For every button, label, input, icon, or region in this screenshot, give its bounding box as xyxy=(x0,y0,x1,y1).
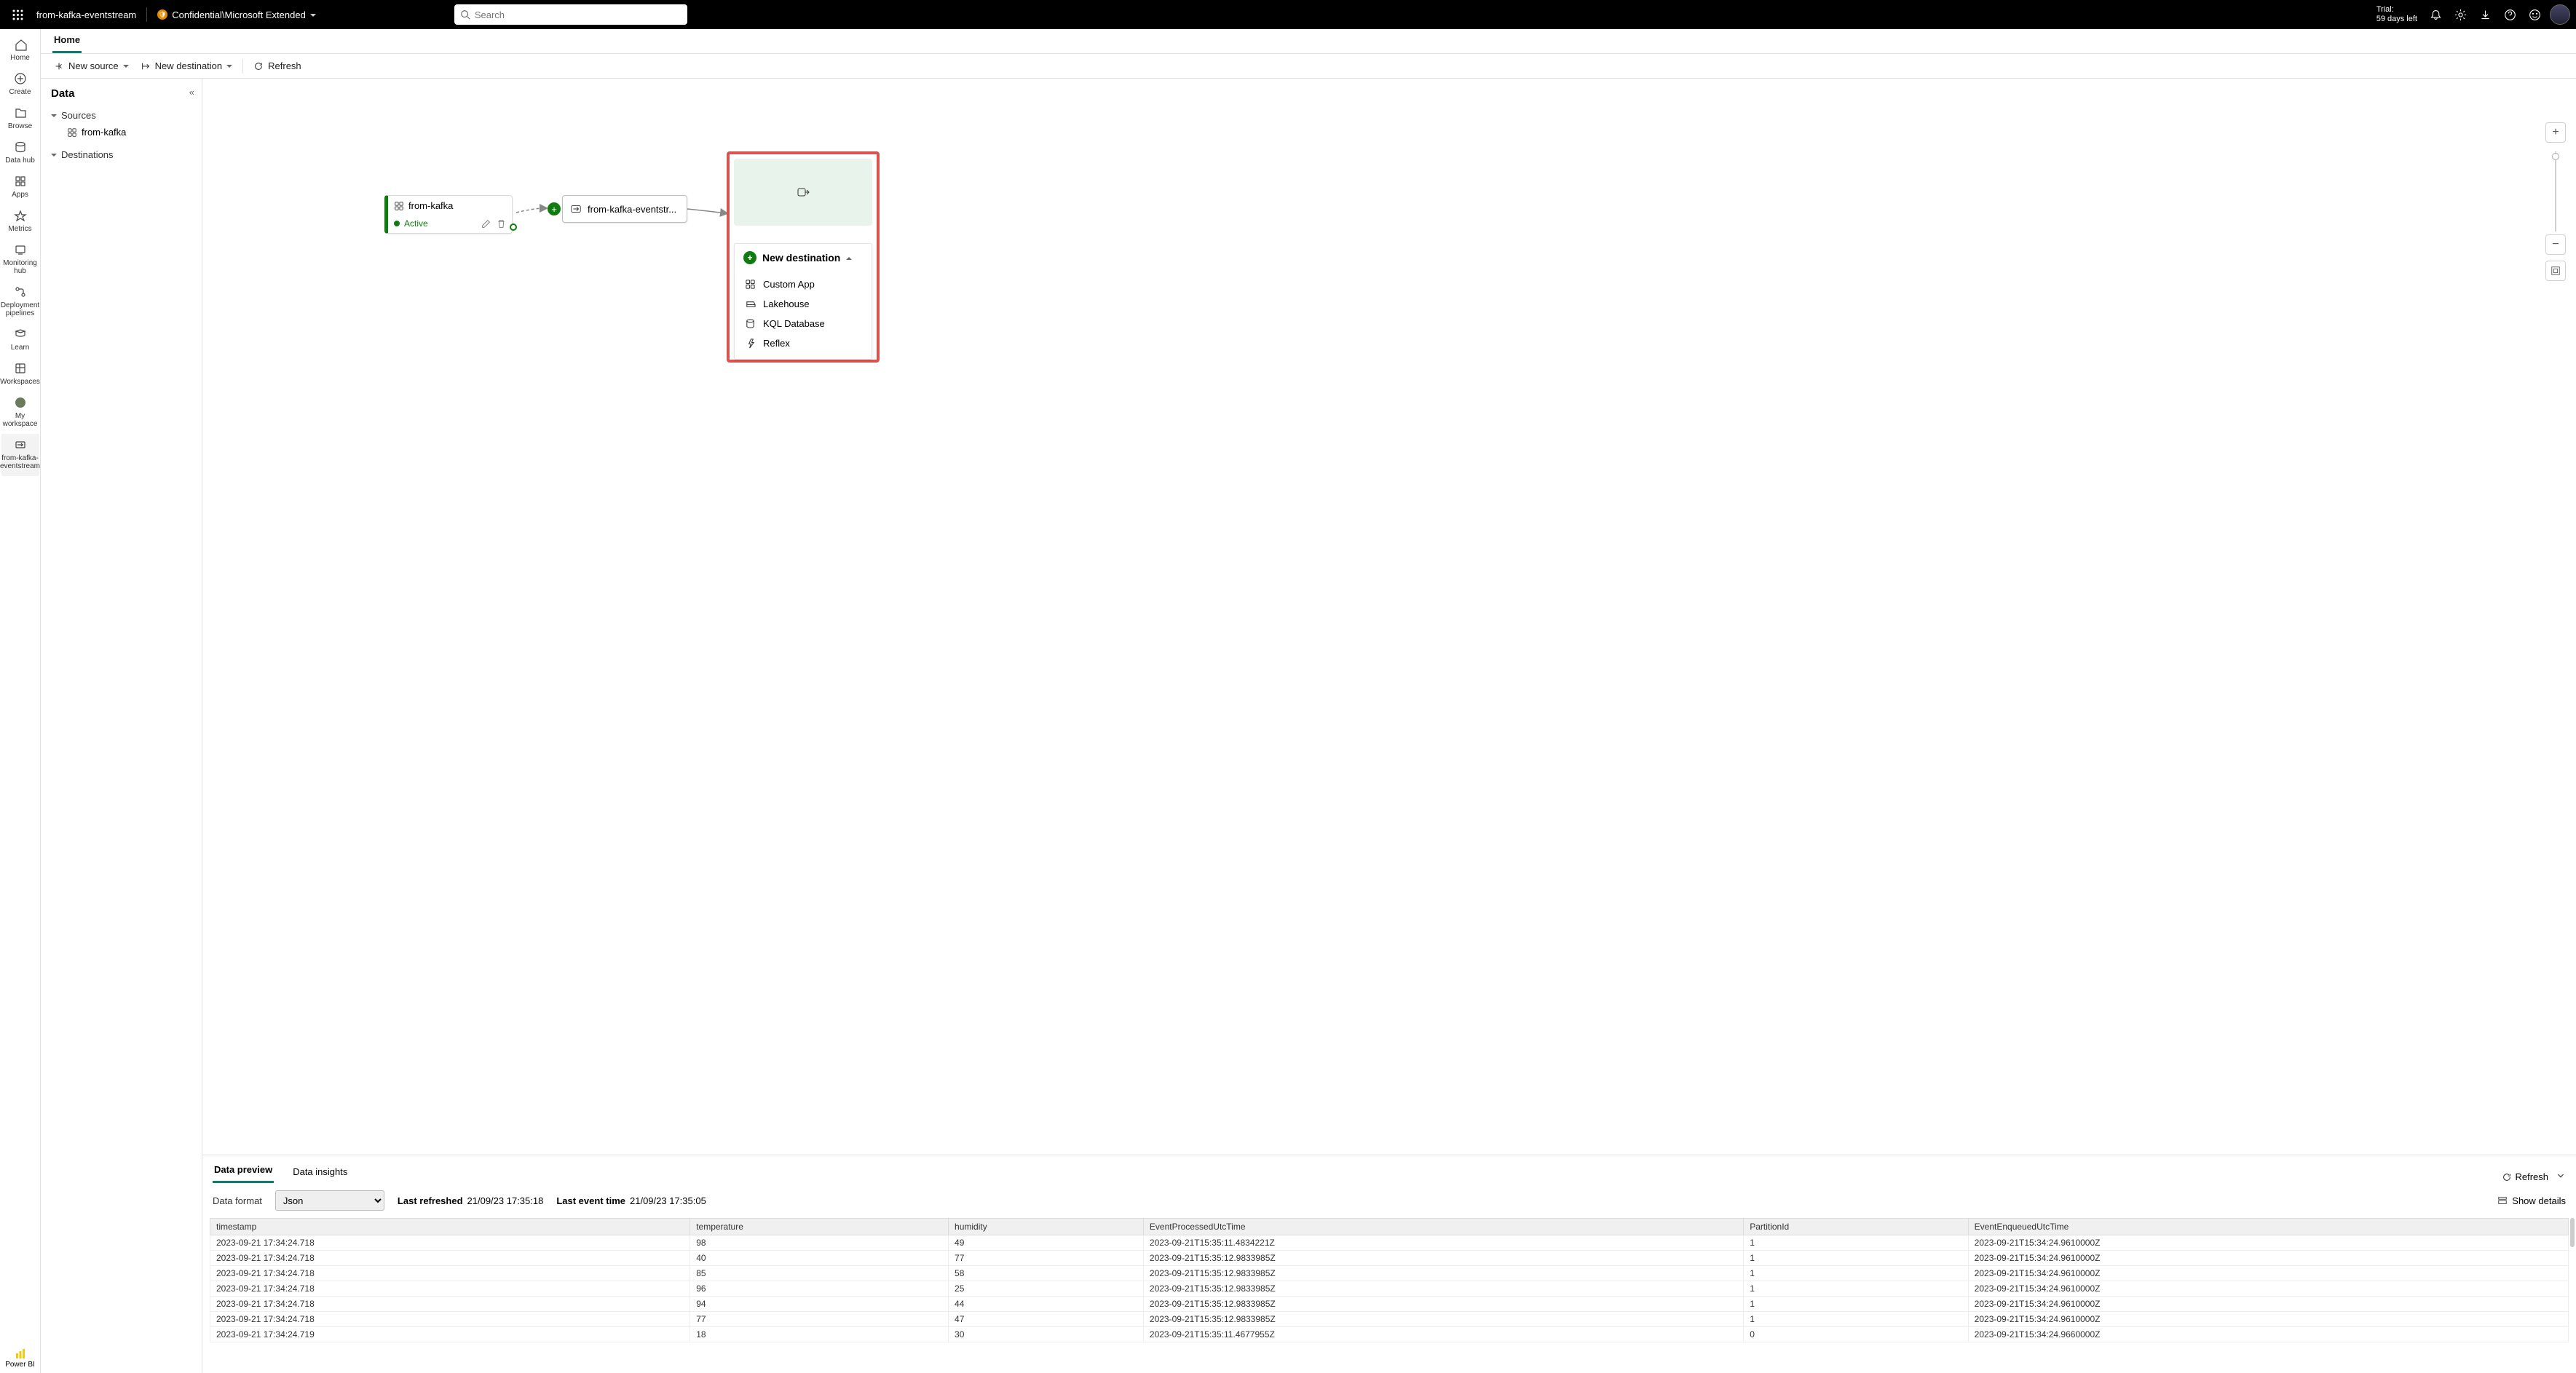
tab-home[interactable]: Home xyxy=(52,30,82,53)
download-icon[interactable] xyxy=(2473,2,2497,27)
edit-icon[interactable] xyxy=(481,219,491,229)
rail-item-myws[interactable]: My workspace xyxy=(1,392,39,434)
rail-item-monitoring[interactable]: Monitoring hub xyxy=(1,239,39,281)
col-timestamp[interactable]: timestamp xyxy=(210,1219,690,1235)
rail-powerbi[interactable]: Power BI xyxy=(1,1343,39,1373)
canvas-destination-area: + New destination Custom AppLakehouseKQL… xyxy=(727,151,880,363)
dest-option-kql-database[interactable]: KQL Database xyxy=(735,314,872,333)
help-icon[interactable] xyxy=(2497,2,2522,27)
rail-item-current[interactable]: from-kafka-eventstream xyxy=(1,434,39,476)
dest-option-lakehouse[interactable]: Lakehouse xyxy=(735,294,872,314)
eventstream-icon xyxy=(570,203,582,215)
table-row[interactable]: 2023-09-21 17:34:24.71885582023-09-21T15… xyxy=(210,1266,2569,1281)
rail-item-home[interactable]: Home xyxy=(1,33,39,68)
collapse-bottom-icon[interactable] xyxy=(2556,1171,2566,1183)
breadcrumb-item-name: from-kafka-eventstream xyxy=(29,9,143,20)
dest-option-reflex[interactable]: Reflex xyxy=(735,333,872,353)
tab-data-insights[interactable]: Data insights xyxy=(291,1160,349,1183)
rail-item-workspaces[interactable]: Workspaces xyxy=(1,357,39,392)
left-nav-rail: HomeCreateBrowseData hubAppsMetricsMonit… xyxy=(0,29,41,1373)
output-port[interactable] xyxy=(510,223,517,231)
preview-refresh-button[interactable]: Refresh xyxy=(2502,1171,2548,1182)
data-format-label: Data format xyxy=(213,1195,262,1206)
last-refreshed-label: Last refreshed xyxy=(398,1195,463,1206)
rail-item-create[interactable]: Create xyxy=(1,68,39,102)
chevron-down-icon xyxy=(222,60,232,71)
zoom-in-button[interactable]: + xyxy=(2545,122,2566,143)
new-destination-button[interactable]: New destination xyxy=(135,58,239,74)
settings-icon[interactable] xyxy=(2448,2,2473,27)
fit-to-screen-button[interactable] xyxy=(2545,261,2566,281)
rail-item-learn[interactable]: Learn xyxy=(1,323,39,357)
plus-icon: + xyxy=(743,251,756,264)
table-row[interactable]: 2023-09-21 17:34:24.71840772023-09-21T15… xyxy=(210,1251,2569,1266)
table-scrollbar[interactable] xyxy=(2570,1218,2575,1247)
chevron-down-icon xyxy=(306,9,316,20)
zoom-slider[interactable] xyxy=(2555,151,2556,232)
show-details-button[interactable]: Show details xyxy=(2497,1195,2566,1206)
new-destination-dropdown[interactable]: + New destination xyxy=(735,244,872,272)
tab-data-preview[interactable]: Data preview xyxy=(213,1158,274,1183)
group-destinations[interactable]: Destinations xyxy=(51,146,191,163)
group-sources[interactable]: Sources xyxy=(51,107,191,124)
rail-item-metrics[interactable]: Metrics xyxy=(1,205,39,239)
data-format-select[interactable]: Json xyxy=(275,1190,384,1211)
stream-node-title: from-kafka-eventstr... xyxy=(588,204,676,215)
rail-item-pipelines[interactable]: Deployment pipelines xyxy=(1,281,39,323)
zoom-out-button[interactable]: − xyxy=(2545,234,2566,255)
confidentiality-label[interactable]: 🛡 Confidential\Microsoft Extended xyxy=(150,9,323,20)
collapse-panel-icon[interactable]: « xyxy=(189,87,194,98)
rail-item-browse[interactable]: Browse xyxy=(1,102,39,136)
source-node-title: from-kafka xyxy=(408,200,453,211)
notifications-icon[interactable] xyxy=(2423,2,2448,27)
add-node-button[interactable]: + xyxy=(548,202,561,215)
destination-dropzone[interactable] xyxy=(734,159,872,226)
chevron-down-icon xyxy=(119,60,129,71)
canvas-stream-node[interactable]: from-kafka-eventstr... xyxy=(562,195,687,223)
table-row[interactable]: 2023-09-21 17:34:24.71896252023-09-21T15… xyxy=(210,1281,2569,1297)
ribbon-tabs: Home xyxy=(41,29,2576,54)
app-launcher[interactable] xyxy=(6,9,29,20)
side-panel-title: Data xyxy=(51,87,191,100)
col-humidity[interactable]: humidity xyxy=(949,1219,1144,1235)
delete-icon[interactable] xyxy=(497,219,506,229)
refresh-button[interactable]: Refresh xyxy=(248,58,307,74)
chevron-up-icon xyxy=(840,252,852,264)
confidentiality-text: Confidential\Microsoft Extended xyxy=(172,9,306,20)
status-dot-icon xyxy=(394,221,400,226)
table-row[interactable]: 2023-09-21 17:34:24.71918302023-09-21T15… xyxy=(210,1327,2569,1342)
app-icon xyxy=(394,201,404,211)
output-icon xyxy=(797,186,810,199)
table-row[interactable]: 2023-09-21 17:34:24.71898492023-09-21T15… xyxy=(210,1235,2569,1251)
last-event-label: Last event time xyxy=(556,1195,625,1206)
search-icon xyxy=(460,9,470,20)
rail-item-datahub[interactable]: Data hub xyxy=(1,136,39,170)
search-input[interactable] xyxy=(475,9,681,20)
table-row[interactable]: 2023-09-21 17:34:24.71894442023-09-21T15… xyxy=(210,1297,2569,1312)
col-EventProcessedUtcTime[interactable]: EventProcessedUtcTime xyxy=(1143,1219,1743,1235)
table-row[interactable]: 2023-09-21 17:34:24.71877472023-09-21T15… xyxy=(210,1312,2569,1327)
trial-status: Trial: 59 days left xyxy=(2377,5,2417,24)
new-source-button[interactable]: New source xyxy=(48,58,135,74)
shield-icon: 🛡 xyxy=(157,9,167,20)
canvas-source-node[interactable]: from-kafka Active xyxy=(384,195,513,234)
last-event-value: 21/09/23 17:35:05 xyxy=(630,1195,706,1206)
source-item-from-kafka[interactable]: from-kafka xyxy=(51,124,191,141)
data-side-panel: Data « Sources from-kafka Destinations xyxy=(41,79,202,1373)
last-refreshed-value: 21/09/23 17:35:18 xyxy=(467,1195,544,1206)
col-PartitionId[interactable]: PartitionId xyxy=(1744,1219,1968,1235)
command-bar: New source New destination Refresh xyxy=(41,54,2576,79)
col-EventEnqueuedUtcTime[interactable]: EventEnqueuedUtcTime xyxy=(1968,1219,2568,1235)
rail-item-apps[interactable]: Apps xyxy=(1,170,39,205)
data-preview-table: timestamptemperaturehumidityEventProcess… xyxy=(210,1218,2569,1342)
feedback-icon[interactable] xyxy=(2522,2,2547,27)
source-node-status: Active xyxy=(404,218,428,229)
global-search[interactable] xyxy=(454,4,687,25)
col-temperature[interactable]: temperature xyxy=(690,1219,949,1235)
user-avatar[interactable] xyxy=(2550,4,2570,25)
eventstream-canvas[interactable]: + − from-kafk xyxy=(202,79,2576,1155)
dest-option-custom-app[interactable]: Custom App xyxy=(735,274,872,294)
